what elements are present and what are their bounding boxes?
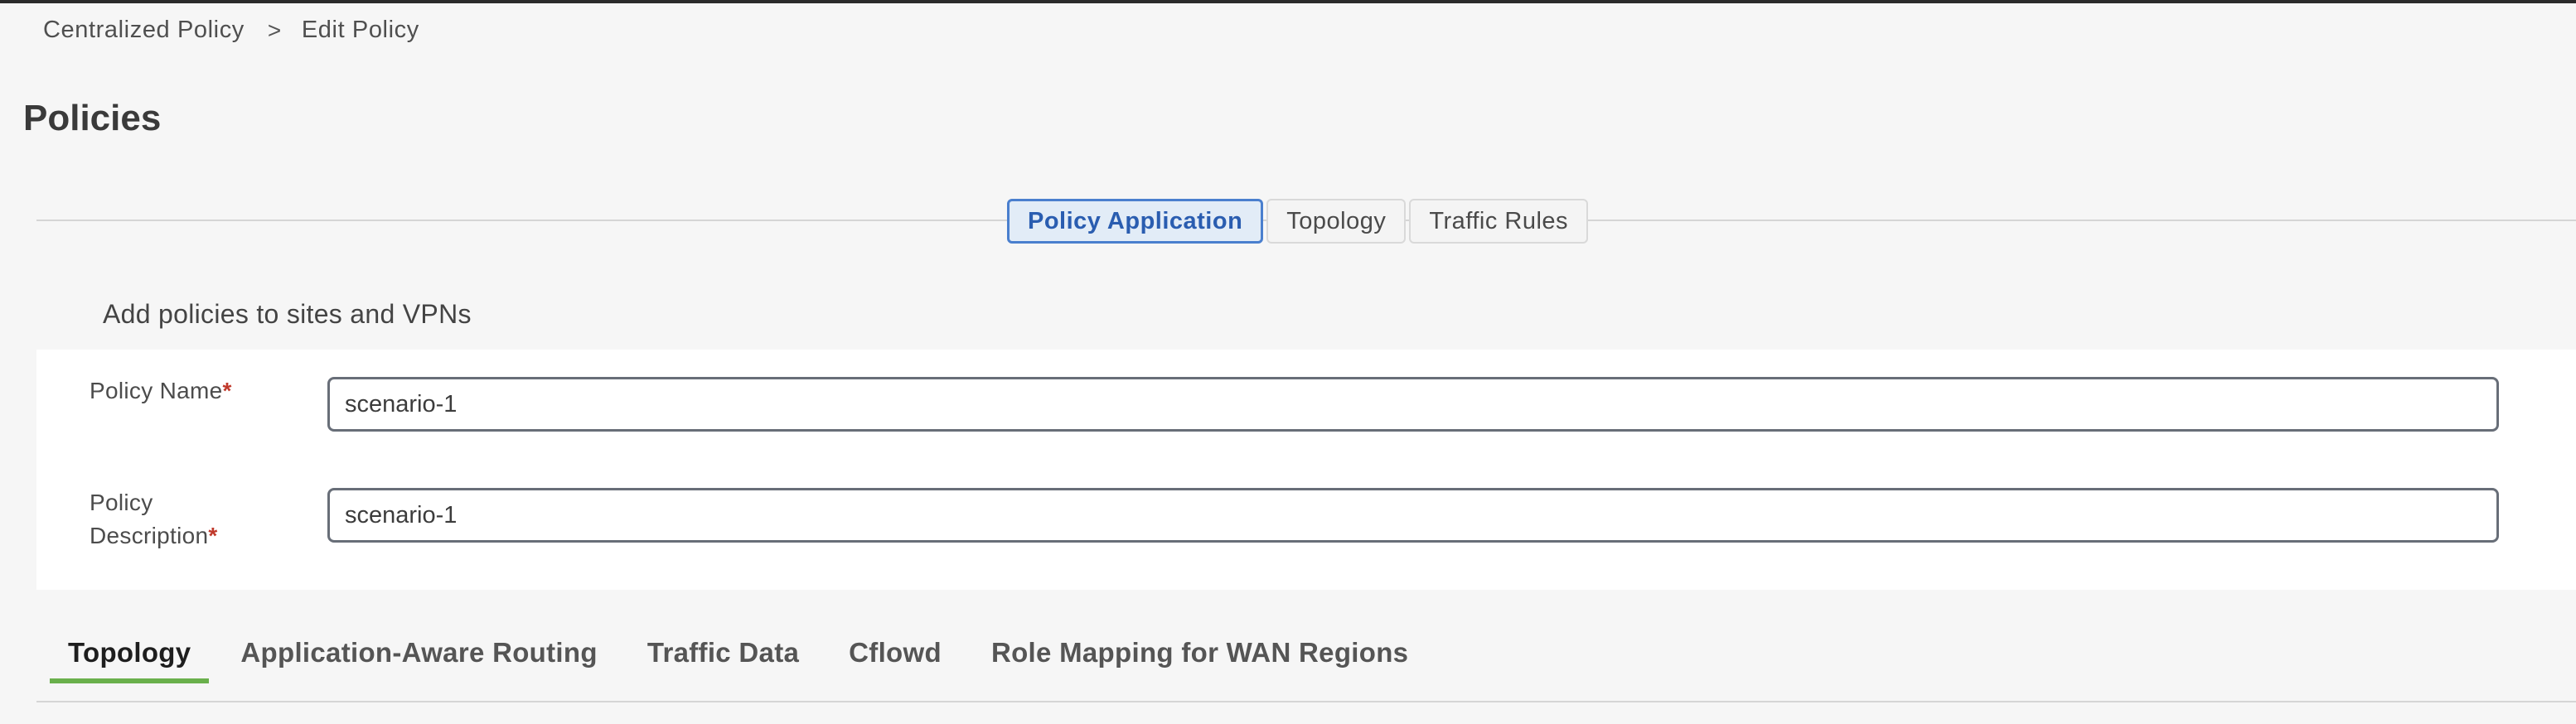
tab-role-mapping-wan-regions[interactable]: Role Mapping for WAN Regions (973, 637, 1426, 683)
policy-form: Policy Name* Policy Description* (36, 350, 2576, 590)
tab-policy-application[interactable]: Policy Application (1007, 199, 1264, 244)
policy-description-label-line1: Policy (90, 490, 153, 515)
policy-description-label: Policy Description* (90, 486, 218, 553)
required-marker: * (208, 523, 218, 548)
section-heading: Add policies to sites and VPNs (103, 299, 472, 329)
chevron-right-icon: > (267, 17, 282, 43)
policy-segmented-tabs: Policy Application Topology Traffic Rule… (1007, 199, 1589, 244)
policy-type-tabs: Topology Application-Aware Routing Traff… (50, 637, 1440, 683)
page-title: Policies (23, 98, 162, 138)
required-marker: * (222, 378, 232, 403)
breadcrumb-edit-policy: Edit Policy (301, 17, 419, 43)
tab-application-aware-routing[interactable]: Application-Aware Routing (222, 637, 615, 683)
tab-topology-policies[interactable]: Topology (50, 637, 210, 683)
tab-topology[interactable]: Topology (1266, 199, 1407, 244)
policy-description-label-line2: Description (90, 523, 209, 548)
policy-description-input[interactable] (327, 488, 2499, 543)
policy-name-label-text: Policy Name (90, 378, 223, 403)
breadcrumb-centralized-policy[interactable]: Centralized Policy (43, 17, 245, 44)
policy-name-label: Policy Name* (90, 374, 232, 408)
tab-traffic-data[interactable]: Traffic Data (629, 637, 817, 683)
tabs-divider (36, 701, 2576, 702)
tab-cflowd[interactable]: Cflowd (830, 637, 960, 683)
breadcrumb: Centralized Policy > Edit Policy (43, 17, 419, 44)
policy-name-input[interactable] (327, 377, 2499, 432)
tab-traffic-rules[interactable]: Traffic Rules (1409, 199, 1589, 244)
